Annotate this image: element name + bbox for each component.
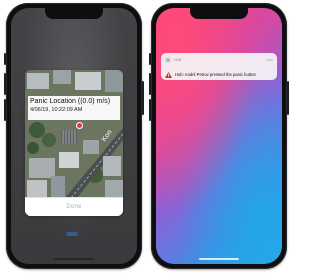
satellite-map[interactable]: Kon Panic Location ((0.0) m/s) 4/06/19, … <box>25 70 123 198</box>
volume-up-button <box>4 73 6 95</box>
done-row: Done <box>25 197 123 216</box>
home-indicator[interactable] <box>199 258 239 260</box>
mute-switch <box>149 53 151 65</box>
notification-header: HUB now <box>165 56 273 63</box>
notification-app-name: HUB <box>174 57 182 62</box>
notification-content: Hub: Andrii Petrov pressed the panic but… <box>165 65 273 83</box>
done-button[interactable]: Done <box>66 204 81 210</box>
screen-left: Kon Panic Location ((0.0) m/s) 4/06/19, … <box>11 8 137 264</box>
background-tab-glow <box>66 232 78 236</box>
power-button <box>142 81 144 115</box>
notification-message: Hub: Andrii Petrov pressed the panic but… <box>175 71 256 77</box>
push-notification[interactable]: HUB now Hub: Andrii Petrov pressed the p… <box>161 53 277 80</box>
warning-triangle-icon <box>165 65 172 83</box>
home-indicator[interactable] <box>54 258 94 260</box>
phone-right: HUB now Hub: Andrii Petrov pressed the p… <box>149 3 289 269</box>
phone-left: Kon Panic Location ((0.0) m/s) 4/06/19, … <box>4 3 144 269</box>
map-info-overlay: Panic Location ((0.0) m/s) 4/06/19, 10:2… <box>28 96 120 120</box>
power-button <box>287 81 289 115</box>
panic-timestamp: 4/06/19, 10:22:09 AM <box>30 107 83 113</box>
screen-right: HUB now Hub: Andrii Petrov pressed the p… <box>156 8 282 264</box>
mute-switch <box>4 53 6 65</box>
satellite-map-image: Kon <box>25 70 123 198</box>
panic-alert-dialog: Kon Panic Location ((0.0) m/s) 4/06/19, … <box>25 70 123 216</box>
notch <box>45 8 103 19</box>
panic-location-title: Panic Location ((0.0) m/s) <box>30 98 111 105</box>
map-pin-icon[interactable] <box>77 123 82 128</box>
notification-time: now <box>266 57 273 62</box>
volume-down-button <box>149 99 151 121</box>
volume-down-button <box>4 99 6 121</box>
volume-up-button <box>149 73 151 95</box>
notch <box>190 8 248 19</box>
app-icon <box>165 56 171 63</box>
